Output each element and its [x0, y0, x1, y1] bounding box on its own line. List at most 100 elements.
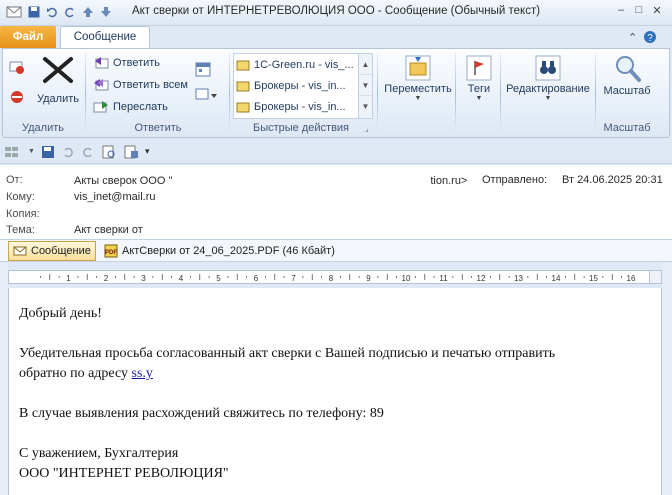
ribbon: Удалить Удалить Ответить Ответить всем П… — [2, 48, 670, 138]
scroll-up-icon[interactable]: ▲ — [359, 54, 372, 75]
zoom-button[interactable]: Масштаб — [597, 53, 657, 97]
grid-icon[interactable] — [4, 145, 22, 159]
tab-file[interactable]: Файл — [0, 26, 56, 48]
minimize-icon[interactable]: – — [614, 3, 628, 17]
attach-icon[interactable] — [123, 145, 139, 159]
to-label: Кому: — [6, 191, 35, 203]
quick-steps-scroll[interactable]: ▲ ▼ ▼ — [358, 54, 372, 118]
more-respond-icon[interactable] — [195, 87, 219, 105]
forward-button[interactable]: Переслать — [93, 97, 168, 117]
gallery-expand-icon[interactable]: ▼ — [359, 96, 372, 117]
body-line-1: Убедительная просьба согласованный акт с… — [19, 346, 556, 361]
svg-text:?: ? — [647, 33, 653, 44]
move-button[interactable]: Переместить ▼ — [381, 53, 455, 102]
minimize-ribbon-icon[interactable]: ⌃ — [628, 31, 637, 44]
scroll-down-icon[interactable]: ▼ — [359, 75, 372, 96]
quick-step-item[interactable]: Брокеры - vis_in... — [236, 97, 358, 117]
body-line-3: В случае выявления расхождений свяжитесь… — [19, 406, 384, 421]
mail-icon — [236, 60, 250, 71]
ruler-label: 5 — [216, 274, 221, 283]
group-label-quick-steps: Быстрые действия — [252, 122, 350, 134]
reply-icon — [95, 57, 109, 69]
group-label-respond: Ответить — [134, 122, 182, 134]
flag-icon — [466, 55, 492, 81]
quick-access-toolbar: ▼ ▾ — [0, 140, 672, 164]
ruler-label: 15 — [589, 274, 598, 283]
help-area: ⌃ ? — [628, 28, 668, 46]
quick-step-item[interactable]: 1C-Green.ru - vis_... — [236, 55, 358, 75]
attachment-file[interactable]: PDF АктСверки от 24_06_2025.PDF (46 Кбай… — [104, 242, 335, 260]
tab-message[interactable]: Сообщение — [60, 26, 150, 49]
reply-all-button[interactable]: Ответить всем — [93, 75, 188, 95]
reply-all-label: Ответить всем — [113, 79, 188, 91]
message-tab-button[interactable]: Сообщение — [8, 241, 96, 261]
quick-step-item[interactable]: Брокеры - vis_in... — [236, 76, 358, 96]
pdf-icon: PDF — [104, 244, 118, 258]
cc-label: Копия: — [6, 208, 40, 220]
mail-icon — [236, 102, 250, 113]
group-label-delete: Удалить — [22, 122, 64, 134]
ruler-ticks: 1 2 3 4 5 6 7 8 9 10 11 12 13 14 15 16 — [39, 274, 636, 283]
move-folder-icon — [405, 55, 431, 81]
close-icon[interactable]: ✕ — [650, 3, 664, 17]
mail-icon — [236, 81, 250, 92]
customize-qat-icon[interactable]: ▾ — [145, 146, 150, 157]
ignore-icon[interactable] — [9, 59, 25, 75]
editing-button[interactable]: Редактирование ▼ — [503, 53, 593, 102]
group-label-zoom: Масштаб — [603, 122, 651, 134]
ruler-label: 13 — [514, 274, 523, 283]
to-value[interactable]: vis_inet@mail.ru — [74, 191, 155, 203]
delete-label: Удалить — [37, 93, 79, 105]
forward-label: Переслать — [113, 101, 168, 113]
help-icon[interactable]: ? — [643, 30, 657, 44]
junk-icon[interactable] — [9, 89, 25, 105]
ruler-toggle-icon[interactable] — [649, 271, 661, 283]
dropdown-icon: ▼ — [544, 95, 552, 102]
maximize-icon[interactable]: □ — [632, 3, 646, 17]
tags-button[interactable]: Теги ▼ — [459, 53, 499, 102]
body-line-2: обратно по адресу ss.y — [19, 366, 153, 381]
delete-button[interactable]: Удалить — [37, 89, 79, 109]
dropdown-icon: ▼ — [414, 95, 422, 102]
ruler-label: 7 — [291, 274, 296, 283]
redo-icon[interactable] — [81, 145, 95, 159]
meeting-icon[interactable] — [195, 61, 213, 79]
ruler-label: 4 — [179, 274, 184, 283]
email-link[interactable]: ss.y — [132, 366, 153, 381]
reply-button[interactable]: Ответить — [93, 53, 160, 73]
sent-label: Отправлено: — [482, 174, 548, 186]
attachment-bar: Сообщение PDF АктСверки от 24_06_2025.PD… — [0, 240, 672, 262]
ruler-label: 9 — [366, 274, 371, 283]
print-preview-icon[interactable] — [101, 145, 117, 159]
signature-line-2: ООО "ИНТЕРНЕТ РЕВОЛЮЦИЯ" — [19, 466, 229, 481]
right-margin — [662, 262, 672, 495]
dropdown-icon[interactable]: ▼ — [28, 148, 35, 155]
undo-icon[interactable] — [61, 145, 75, 159]
reply-all-icon — [94, 79, 109, 91]
save-icon[interactable] — [41, 145, 55, 159]
quick-steps-gallery: 1C-Green.ru - vis_... Брокеры - vis_in..… — [233, 53, 373, 119]
message-body[interactable]: Добрый день! Убедительная просьба соглас… — [8, 288, 662, 495]
subject-value: Акт сверки от — [74, 224, 143, 236]
separator — [229, 53, 230, 135]
sent-value: Вт 24.06.2025 20:31 — [562, 174, 663, 186]
dialog-launcher-icon[interactable]: ⌟ — [365, 124, 369, 133]
from-value[interactable]: Акты сверок ООО " tion.ru> — [74, 174, 467, 187]
redacted-block — [172, 174, 431, 184]
signature-line-1: С уважением, Бухгалтерия — [19, 446, 179, 461]
message-tab-label: Сообщение — [31, 245, 91, 257]
separator — [377, 53, 378, 135]
forward-icon — [93, 101, 108, 113]
ruler-label: 6 — [254, 274, 259, 283]
ruler[interactable]: 1 2 3 4 5 6 7 8 9 10 11 12 13 14 15 16 — [8, 270, 662, 284]
svg-text:PDF: PDF — [105, 250, 117, 256]
attachment-file-label: АктСверки от 24_06_2025.PDF (46 Кбайт) — [122, 245, 335, 257]
ruler-label: 12 — [477, 274, 486, 283]
ruler-label: 10 — [402, 274, 411, 283]
separator — [455, 53, 456, 135]
separator — [85, 53, 86, 135]
ruler-label: 8 — [329, 274, 334, 283]
delete-icon[interactable] — [41, 55, 75, 85]
separator — [500, 53, 501, 135]
greeting-line: Добрый день! — [19, 306, 102, 321]
